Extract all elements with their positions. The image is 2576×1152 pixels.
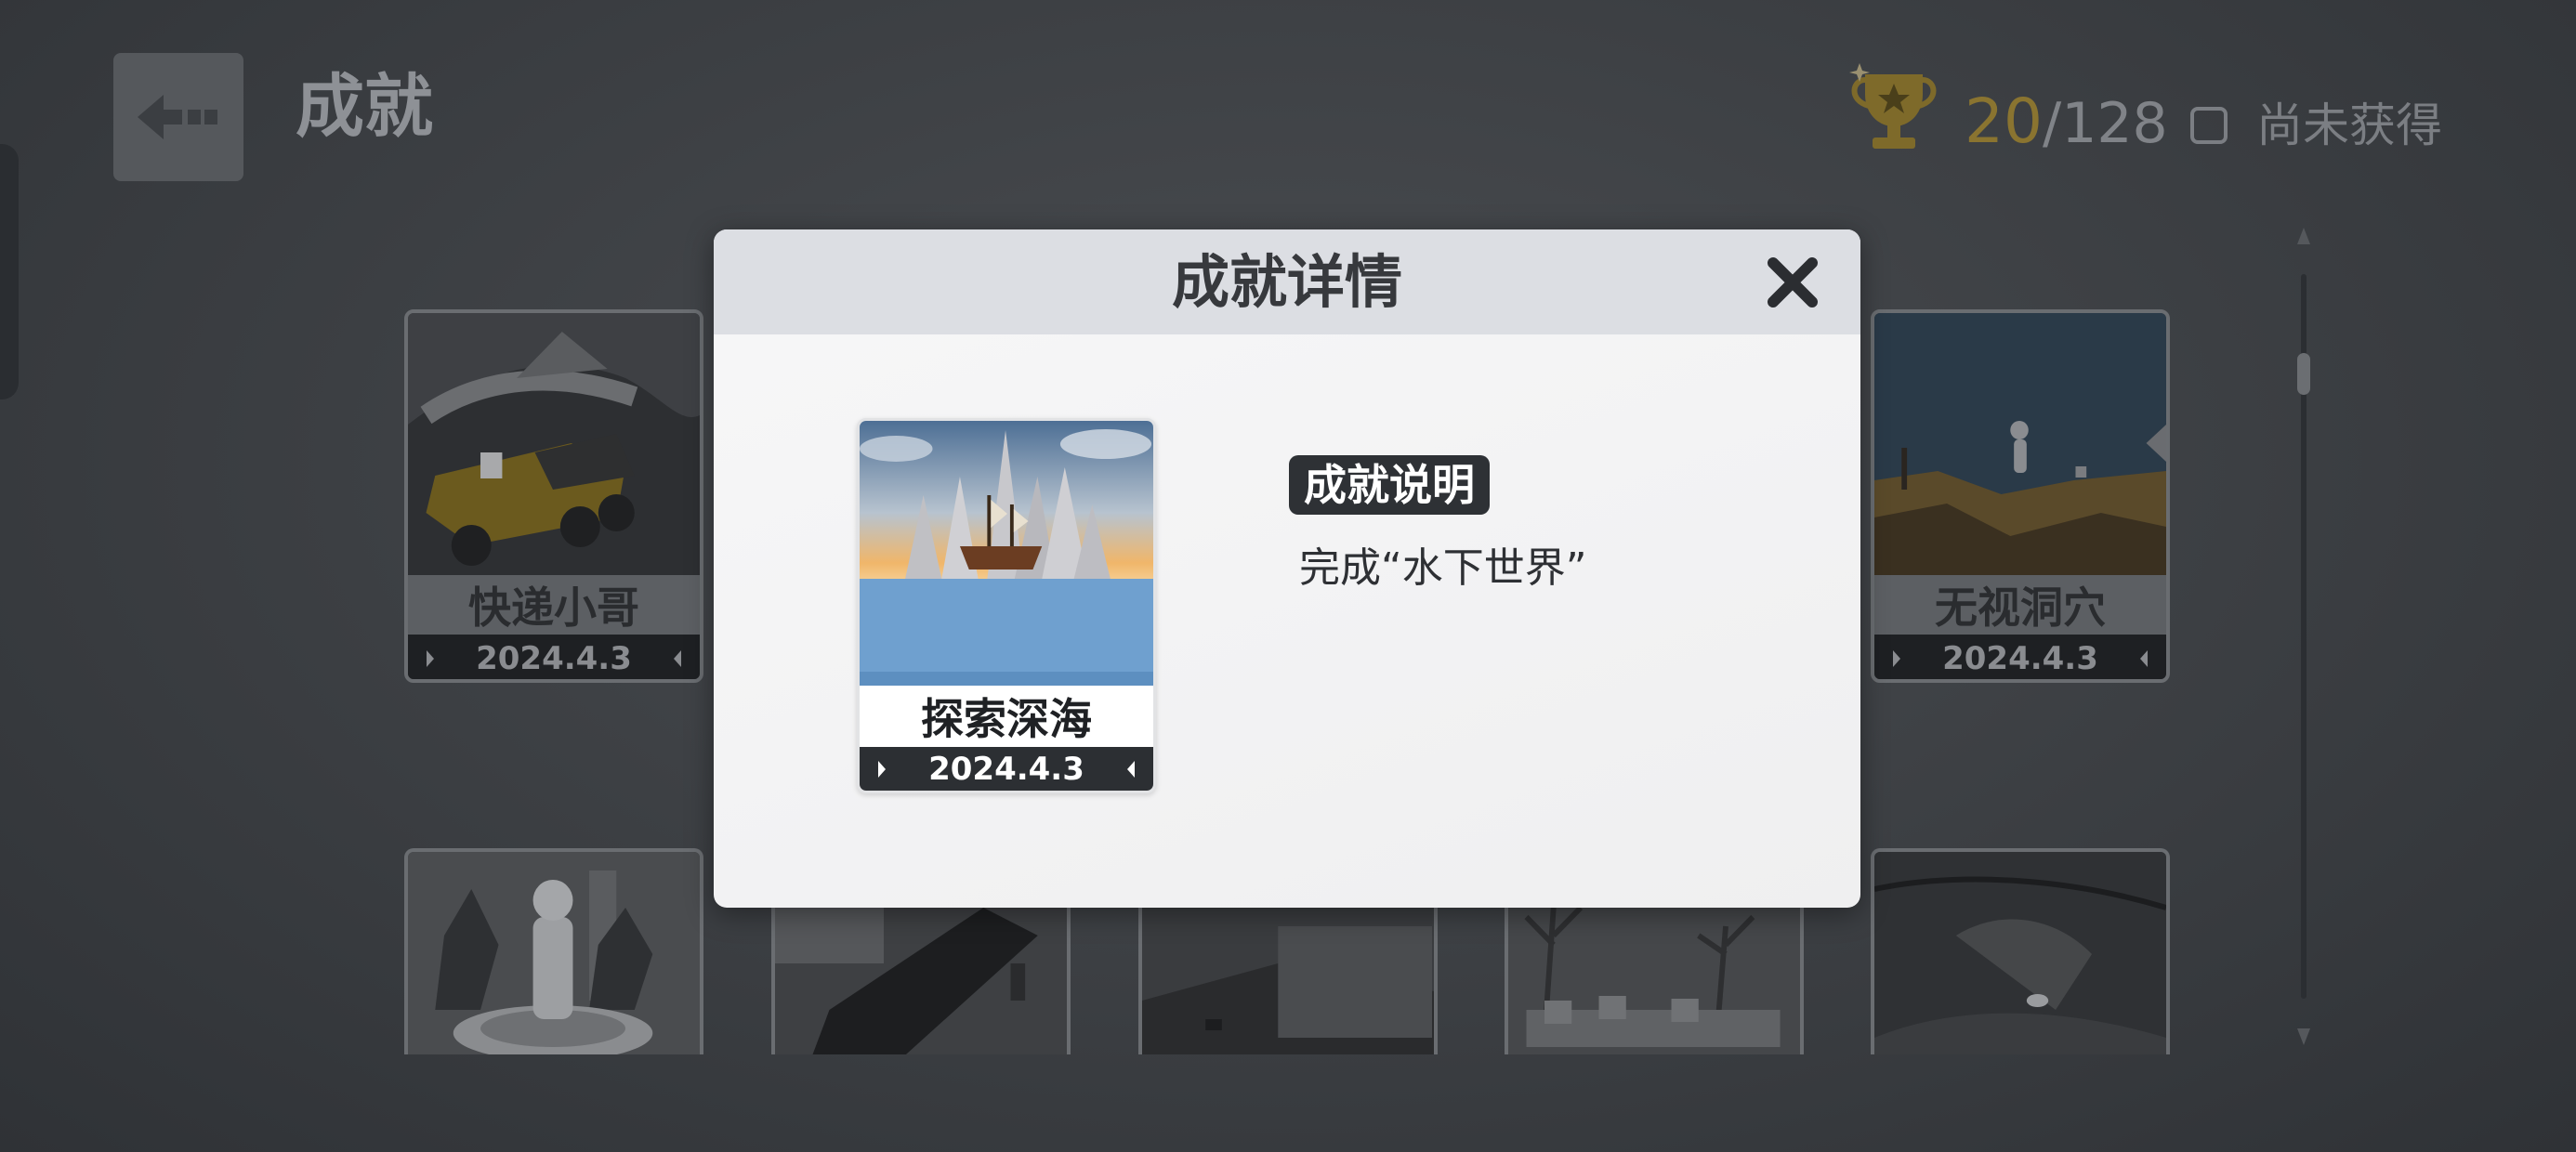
scroll-down-arrow-icon[interactable] <box>2297 1028 2310 1045</box>
total-count: /128 <box>2042 91 2168 156</box>
achievement-thumbnail <box>860 421 1153 686</box>
not-obtained-checkbox[interactable] <box>2190 107 2228 144</box>
modal-header: 成就详情 <box>714 229 1860 334</box>
achievement-name: 无视洞穴 <box>1874 575 2166 635</box>
achievement-date-text: 2024.4.3 <box>1942 640 2098 677</box>
close-icon[interactable] <box>1764 254 1821 311</box>
date-left-ornament-icon <box>878 760 886 778</box>
achievement-thumbnail <box>1874 313 2166 575</box>
date-right-ornament-icon <box>674 650 681 667</box>
page-title: 成就 <box>296 67 433 147</box>
achievement-detail-card: 探索深海 2024.4.3 <box>857 418 1156 793</box>
date-left-ornament-icon <box>427 650 434 667</box>
achievement-date-text: 2024.4.3 <box>476 640 632 677</box>
description-text: 完成“水下世界” <box>1299 544 1587 592</box>
achievement-card[interactable]: 无视洞穴 2024.4.3 <box>1871 309 2170 683</box>
achievement-date: 2024.4.3 <box>1874 635 2166 679</box>
date-right-ornament-icon <box>1127 760 1135 778</box>
achievement-date: 2024.4.3 <box>860 747 1153 791</box>
side-drawer-tab[interactable] <box>0 144 19 399</box>
achievement-detail-modal: 成就详情 探索深海 2024.4.3 成就说明 完成“水下世界” <box>714 229 1860 908</box>
achievement-name: 探索深海 <box>860 686 1153 747</box>
back-arrow-icon <box>138 95 217 139</box>
scrollbar[interactable] <box>2297 228 2310 1045</box>
scroll-up-arrow-icon[interactable] <box>2297 228 2310 244</box>
achievement-card[interactable] <box>404 848 703 1054</box>
achievement-name: 快递小哥 <box>408 575 700 635</box>
description-label: 成就说明 <box>1289 455 1490 515</box>
achievement-thumbnail <box>1874 852 2166 1054</box>
unlocked-count: 20 <box>1965 85 2043 157</box>
modal-title: 成就详情 <box>1171 247 1402 316</box>
not-obtained-label[interactable]: 尚未获得 <box>2256 102 2442 149</box>
back-button[interactable] <box>113 53 243 181</box>
achievement-count: 20/128 <box>1965 91 2168 152</box>
achievement-card[interactable] <box>1871 848 2170 1054</box>
achievement-thumbnail <box>408 313 700 575</box>
achievement-date-text: 2024.4.3 <box>928 750 1084 788</box>
achievement-card[interactable]: 快递小哥 2024.4.3 <box>404 309 703 683</box>
date-right-ornament-icon <box>2140 650 2148 667</box>
scroll-thumb[interactable] <box>2297 353 2310 395</box>
date-left-ornament-icon <box>1893 650 1900 667</box>
achievement-date: 2024.4.3 <box>408 635 700 679</box>
trophy-icon <box>1849 63 1937 149</box>
achievement-thumbnail <box>408 852 700 1054</box>
